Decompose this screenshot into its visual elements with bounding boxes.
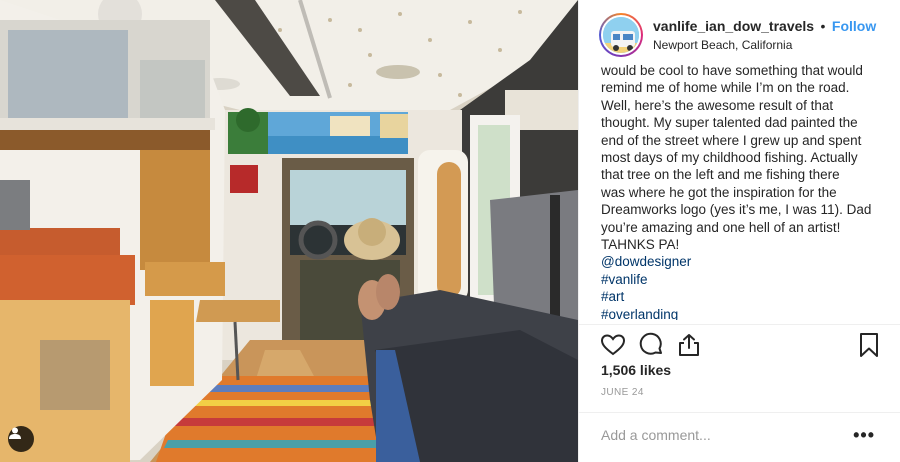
- caption-line: Well, here’s the awesome result of that: [601, 97, 834, 113]
- caption-line: most days of my childhood fishing. Actua…: [601, 150, 858, 166]
- van-interior-image: [0, 0, 578, 462]
- caption-line: would be cool to have something that wou…: [601, 63, 863, 78]
- heart-icon: [600, 334, 626, 356]
- post-date[interactable]: JUNE 24: [601, 387, 644, 398]
- bookmark-icon: [860, 333, 878, 357]
- save-button[interactable]: [855, 331, 883, 359]
- more-options-icon[interactable]: •••: [853, 425, 875, 446]
- caption-line: TAHNKS PA!: [601, 237, 680, 253]
- likes-count[interactable]: 1,506 likes: [601, 362, 671, 378]
- hashtag-link[interactable]: #art: [601, 288, 891, 305]
- tagged-users-button[interactable]: [8, 426, 34, 452]
- like-button[interactable]: [599, 331, 627, 359]
- avatar-image: [601, 15, 641, 55]
- caption-line: that tree on the left and me fishing the…: [601, 167, 840, 183]
- post-photo[interactable]: [0, 0, 578, 462]
- location-link[interactable]: Newport Beach, California: [653, 36, 876, 54]
- comment-input[interactable]: [601, 427, 851, 443]
- post-side-panel: vanlife_ian_dow_travels • Follow Newport…: [578, 0, 900, 462]
- post-header: vanlife_ian_dow_travels • Follow Newport…: [579, 0, 900, 70]
- action-bar: [579, 324, 900, 364]
- hashtag-link[interactable]: #vanlife: [601, 271, 891, 288]
- share-button[interactable]: [675, 331, 703, 359]
- separator-dot: •: [820, 17, 826, 34]
- username-link[interactable]: vanlife_ian_dow_travels: [653, 18, 814, 34]
- share-icon: [679, 334, 699, 356]
- follow-button[interactable]: Follow: [832, 18, 876, 34]
- comment-button[interactable]: [637, 331, 665, 359]
- caption-line: Dreamworks logo (yes it’s me, I was 11).…: [601, 202, 872, 218]
- avatar[interactable]: [599, 13, 643, 57]
- person-icon: [9, 427, 21, 439]
- comment-icon: [639, 332, 662, 355]
- caption-line: you’re amazing and one hell of an artist…: [601, 219, 841, 235]
- comment-bar: •••: [579, 412, 900, 462]
- caption-line: was where he got the inspiration for the: [601, 184, 837, 200]
- caption-line: thought. My super talented dad painted t…: [601, 115, 858, 131]
- caption-line: end of the street where I grew up and sp…: [601, 132, 862, 148]
- avatar-van-illustration: [603, 17, 639, 53]
- caption: would be cool to have something that wou…: [601, 62, 891, 320]
- mention-link[interactable]: @dowdesigner: [601, 253, 891, 270]
- hashtag-link[interactable]: #overlanding: [601, 306, 891, 320]
- caption-line: remind me of home while I’m on the road.: [601, 80, 850, 96]
